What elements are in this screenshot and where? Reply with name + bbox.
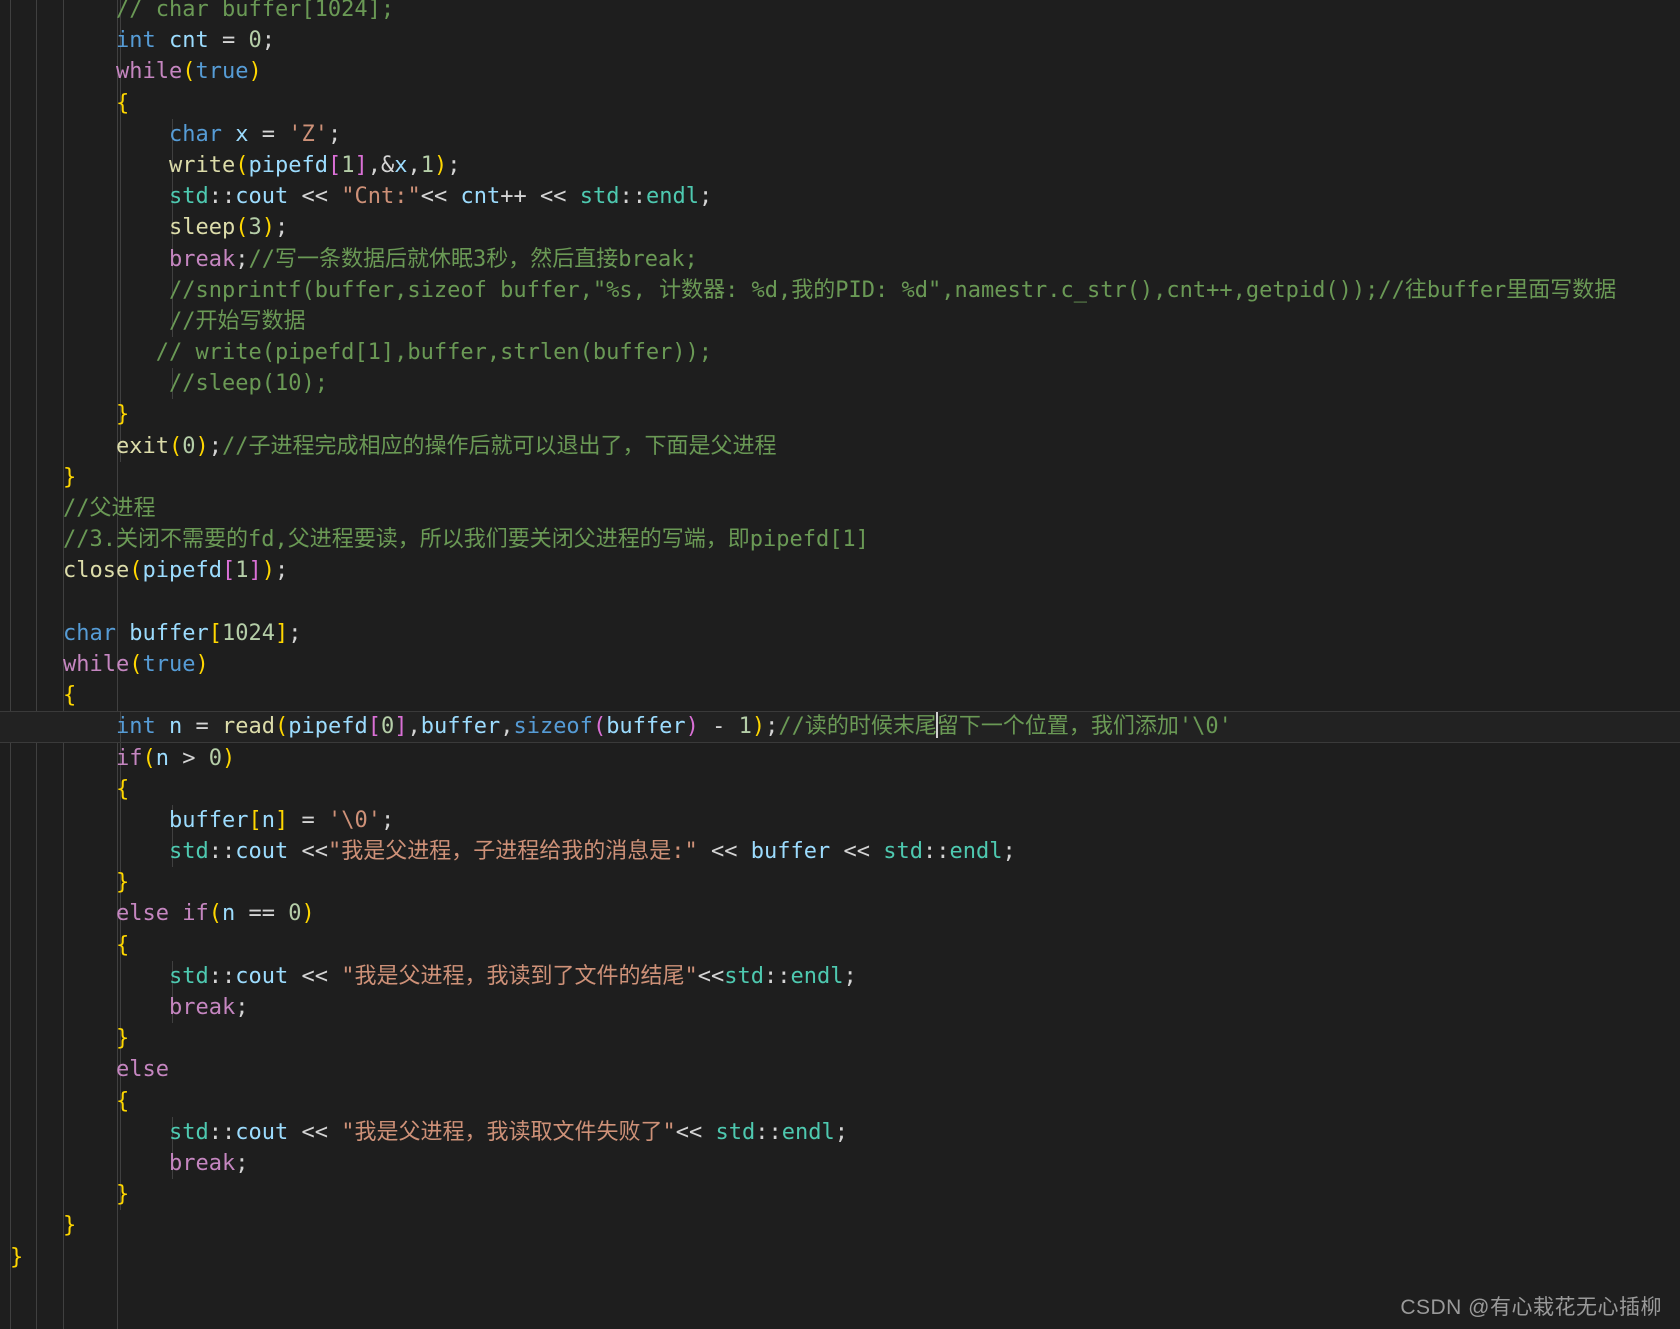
code-line-text: while(true) bbox=[116, 59, 262, 85]
code-line-text: else bbox=[116, 1057, 169, 1083]
code-line-text: break; bbox=[169, 1150, 249, 1176]
code-line[interactable]: } bbox=[0, 1242, 1680, 1273]
code-line-text: } bbox=[116, 1182, 130, 1208]
code-line[interactable]: char buffer[1024]; bbox=[0, 618, 1680, 649]
code-line-text: { bbox=[116, 776, 130, 802]
code-line[interactable]: while(true) bbox=[0, 56, 1680, 88]
code-line-text: std::cout <<"我是父进程，子进程给我的消息是:" << buffer… bbox=[169, 839, 1016, 865]
code-line-text: // write(pipefd[1],buffer,strlen(buffer)… bbox=[155, 340, 713, 366]
code-line[interactable]: } bbox=[0, 399, 1680, 431]
code-line-text: if(n > 0) bbox=[116, 745, 236, 771]
code-line[interactable]: { bbox=[0, 773, 1680, 805]
code-line-text: while(true) bbox=[63, 651, 209, 677]
code-line-text: //开始写数据 bbox=[169, 308, 306, 334]
code-line[interactable]: //开始写数据 bbox=[0, 305, 1680, 338]
code-line[interactable]: // char buffer[1024]; bbox=[0, 0, 1680, 26]
code-line-text: write(pipefd[1],&x,1); bbox=[169, 152, 461, 178]
csdn-watermark: CSDN @有心栽花无心插柳 bbox=[1400, 1296, 1662, 1319]
code-line-text: std::cout << "我是父进程，我读到了文件的结尾"<<std::end… bbox=[169, 963, 857, 989]
code-line[interactable]: break; bbox=[0, 1147, 1680, 1180]
code-line-text: else if(n == 0) bbox=[116, 901, 315, 927]
code-line[interactable]: } bbox=[0, 1023, 1680, 1055]
code-line[interactable]: std::cout <<"我是父进程，子进程给我的消息是:" << buffer… bbox=[0, 836, 1680, 868]
code-line[interactable]: char x = 'Z'; bbox=[0, 118, 1680, 150]
code-line-text: } bbox=[116, 870, 130, 896]
code-line[interactable]: int cnt = 0; bbox=[0, 25, 1680, 57]
code-line[interactable]: sleep(3); bbox=[0, 212, 1680, 244]
code-line-text: { bbox=[116, 1088, 130, 1114]
code-line-text: // char buffer[1024]; bbox=[116, 0, 395, 22]
code-line[interactable]: } bbox=[0, 867, 1680, 899]
code-line-text: //snprintf(buffer,sizeof buffer,"%s, 计数器… bbox=[169, 277, 1617, 303]
code-line-text: } bbox=[63, 464, 77, 490]
code-line[interactable]: } bbox=[0, 1210, 1680, 1241]
code-line[interactable]: std::cout << "我是父进程，我读到了文件的结尾"<<std::end… bbox=[0, 960, 1680, 992]
code-line[interactable] bbox=[0, 587, 1680, 618]
code-line-text: exit(0);//子进程完成相应的操作后就可以退出了，下面是父进程 bbox=[116, 433, 777, 459]
code-line[interactable]: break;//写一条数据后就休眠3秒，然后直接break; bbox=[0, 243, 1680, 275]
code-line-text: //3.关闭不需要的fd,父进程要读，所以我们要关闭父进程的写端，即pipefd… bbox=[63, 527, 869, 553]
code-line-text: char x = 'Z'; bbox=[169, 121, 342, 147]
code-editor-viewport[interactable]: // char buffer[1024]; int cnt = 0; while… bbox=[0, 0, 1680, 1329]
code-line[interactable]: { bbox=[0, 1085, 1680, 1117]
code-line-text: } bbox=[63, 1213, 77, 1239]
code-line-text: std::cout << "我是父进程，我读取文件失败了"<< std::end… bbox=[169, 1119, 848, 1145]
code-line[interactable]: write(pipefd[1],&x,1); bbox=[0, 149, 1680, 182]
code-line-text: { bbox=[63, 683, 77, 709]
code-line-text: //父进程 bbox=[63, 496, 156, 521]
code-line[interactable]: break; bbox=[0, 992, 1680, 1024]
code-line[interactable]: { bbox=[0, 680, 1680, 711]
code-line-text: { bbox=[116, 90, 130, 116]
code-line-text: { bbox=[116, 932, 130, 958]
code-line[interactable]: buffer[n] = '\0'; bbox=[0, 804, 1680, 837]
code-line[interactable]: std::cout << "我是父进程，我读取文件失败了"<< std::end… bbox=[0, 1116, 1680, 1148]
code-lines-container[interactable]: // char buffer[1024]; int cnt = 0; while… bbox=[0, 0, 1680, 1273]
code-line-text: } bbox=[10, 1244, 24, 1270]
code-line-text: //sleep(10); bbox=[169, 371, 328, 397]
code-line[interactable]: else bbox=[0, 1054, 1680, 1086]
code-line[interactable]: //父进程 bbox=[0, 493, 1680, 524]
code-line-text: break; bbox=[169, 995, 249, 1020]
code-line[interactable]: //snprintf(buffer,sizeof buffer,"%s, 计数器… bbox=[0, 274, 1680, 306]
code-line-text: char buffer[1024]; bbox=[63, 620, 302, 646]
code-line-text: std::cout << "Cnt:"<< cnt++ << std::endl… bbox=[169, 184, 713, 210]
code-line[interactable]: close(pipefd[1]); bbox=[0, 555, 1680, 586]
code-line[interactable]: while(true) bbox=[0, 649, 1680, 680]
code-line-text: int cnt = 0; bbox=[116, 28, 275, 54]
code-line[interactable]: //sleep(10); bbox=[0, 368, 1680, 400]
code-line-text: break;//写一条数据后就休眠3秒，然后直接break; bbox=[169, 246, 698, 272]
code-line[interactable]: } bbox=[0, 462, 1680, 493]
code-line-text: } bbox=[116, 402, 130, 428]
code-line-text: sleep(3); bbox=[169, 215, 289, 241]
code-line-text: int n = read(pipefd[0],buffer,sizeof(buf… bbox=[116, 712, 1232, 740]
code-line[interactable]: } bbox=[0, 1179, 1680, 1211]
code-line[interactable]: { bbox=[0, 87, 1680, 119]
code-line[interactable]: //3.关闭不需要的fd,父进程要读，所以我们要关闭父进程的写端，即pipefd… bbox=[0, 524, 1680, 555]
code-line-text: } bbox=[116, 1026, 130, 1052]
code-line-text: buffer[n] = '\0'; bbox=[169, 807, 395, 833]
code-line[interactable]: if(n > 0) bbox=[0, 742, 1680, 774]
code-line[interactable]: std::cout << "Cnt:"<< cnt++ << std::endl… bbox=[0, 181, 1680, 213]
code-line-text: close(pipefd[1]); bbox=[63, 558, 289, 584]
code-line[interactable]: else if(n == 0) bbox=[0, 898, 1680, 930]
code-line-active[interactable]: int n = read(pipefd[0],buffer,sizeof(buf… bbox=[0, 711, 1680, 743]
code-line[interactable]: { bbox=[0, 929, 1680, 961]
code-line[interactable]: exit(0);//子进程完成相应的操作后就可以退出了，下面是父进程 bbox=[0, 430, 1680, 462]
code-line[interactable]: // write(pipefd[1],buffer,strlen(buffer)… bbox=[0, 337, 1680, 369]
